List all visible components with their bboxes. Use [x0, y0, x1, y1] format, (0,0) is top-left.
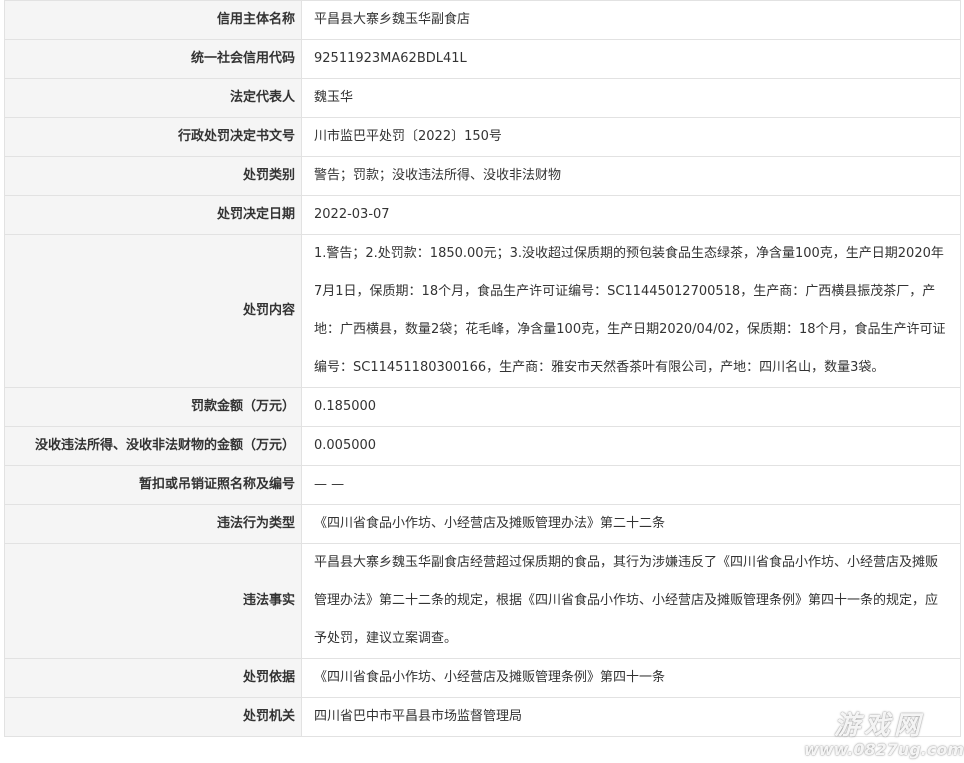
- field-label-credit-code: 统一社会信用代码: [4, 39, 302, 79]
- table-row: 暂扣或吊销证照名称及编号 — —: [4, 465, 961, 505]
- site-watermark: 游戏网 www.0827ug.com: [804, 711, 964, 759]
- table-row: 罚款金额（万元） 0.185000: [4, 387, 961, 427]
- field-value-penalty-category: 警告；罚款；没收违法所得、没收非法财物: [301, 156, 961, 196]
- watermark-url: www.0827ug.com: [804, 740, 964, 759]
- field-label-legal-rep: 法定代表人: [4, 78, 302, 118]
- table-row: 处罚类别 警告；罚款；没收违法所得、没收非法财物: [4, 156, 961, 196]
- field-value-confiscated-amount: 0.005000: [301, 426, 961, 466]
- field-value-violation-type: 《四川省食品小作坊、小经营店及摊贩管理办法》第二十二条: [301, 504, 961, 544]
- table-row: 没收违法所得、没收非法财物的金额（万元） 0.005000: [4, 426, 961, 466]
- field-value-credit-subject: 平昌县大寨乡魏玉华副食店: [301, 0, 961, 40]
- table-row: 违法事实 平昌县大寨乡魏玉华副食店经营超过保质期的食品，其行为涉嫌违反了《四川省…: [4, 543, 961, 659]
- field-label-decision-date: 处罚决定日期: [4, 195, 302, 235]
- watermark-title: 游戏网: [833, 711, 924, 741]
- field-label-confiscated-amount: 没收违法所得、没收非法财物的金额（万元）: [4, 426, 302, 466]
- table-row: 信用主体名称 平昌县大寨乡魏玉华副食店: [4, 0, 961, 40]
- field-label-penalty-basis: 处罚依据: [4, 658, 302, 698]
- field-label-fine-amount: 罚款金额（万元）: [4, 387, 302, 427]
- field-value-credit-code: 92511923MA62BDL41L: [301, 39, 961, 79]
- field-value-license-revoked: — —: [301, 465, 961, 505]
- field-label-penalty-category: 处罚类别: [4, 156, 302, 196]
- field-value-penalty-content: 1.警告；2.处罚款：1850.00元；3.没收超过保质期的预包装食品生态绿茶，…: [301, 234, 961, 388]
- table-row: 行政处罚决定书文号 川市监巴平处罚〔2022〕150号: [4, 117, 961, 157]
- table-row: 统一社会信用代码 92511923MA62BDL41L: [4, 39, 961, 79]
- field-label-license-revoked: 暂扣或吊销证照名称及编号: [4, 465, 302, 505]
- field-label-penalty-authority: 处罚机关: [4, 697, 302, 737]
- field-value-legal-rep: 魏玉华: [301, 78, 961, 118]
- field-value-violation-facts: 平昌县大寨乡魏玉华副食店经营超过保质期的食品，其行为涉嫌违反了《四川省食品小作坊…: [301, 543, 961, 659]
- penalty-record-table: 信用主体名称 平昌县大寨乡魏玉华副食店 统一社会信用代码 92511923MA6…: [4, 0, 961, 737]
- field-value-decision-number: 川市监巴平处罚〔2022〕150号: [301, 117, 961, 157]
- table-row: 违法行为类型 《四川省食品小作坊、小经营店及摊贩管理办法》第二十二条: [4, 504, 961, 544]
- field-label-violation-facts: 违法事实: [4, 543, 302, 659]
- field-value-penalty-basis: 《四川省食品小作坊、小经营店及摊贩管理条例》第四十一条: [301, 658, 961, 698]
- table-row: 法定代表人 魏玉华: [4, 78, 961, 118]
- table-row: 处罚依据 《四川省食品小作坊、小经营店及摊贩管理条例》第四十一条: [4, 658, 961, 698]
- table-row: 处罚内容 1.警告；2.处罚款：1850.00元；3.没收超过保质期的预包装食品…: [4, 234, 961, 388]
- field-value-fine-amount: 0.185000: [301, 387, 961, 427]
- field-label-decision-number: 行政处罚决定书文号: [4, 117, 302, 157]
- field-value-decision-date: 2022-03-07: [301, 195, 961, 235]
- field-label-credit-subject: 信用主体名称: [4, 0, 302, 40]
- field-label-violation-type: 违法行为类型: [4, 504, 302, 544]
- field-label-penalty-content: 处罚内容: [4, 234, 302, 388]
- table-row: 处罚决定日期 2022-03-07: [4, 195, 961, 235]
